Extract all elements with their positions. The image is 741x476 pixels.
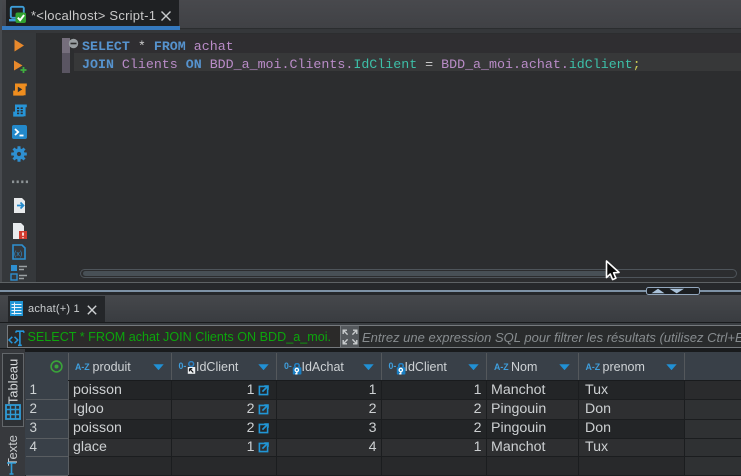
svg-text:(x): (x): [14, 251, 22, 258]
